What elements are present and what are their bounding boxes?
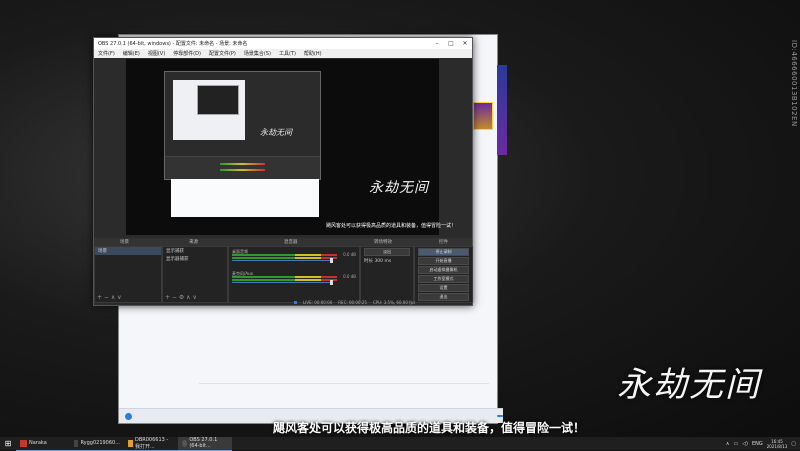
preview-subtitle: 飓风客处可以获得极高品质的道具和装备，值得冒险一试！ (326, 223, 457, 229)
dock-title-mixer: 混音器 (284, 240, 298, 245)
taskbar-app[interactable]: DBR006613 - 我打开... (124, 437, 178, 451)
obs-window-title: OBS 27.0.1 (64-bit, windows) - 配置文件: 未命名… (98, 41, 248, 47)
start-icon[interactable]: ⊞ (0, 439, 16, 448)
obs-menu-bar: 文件(F) 编辑(E) 视图(V) 停靠部件(D) 配置文件(P) 场景集合(S… (94, 49, 472, 58)
menu-item-help[interactable]: 帮助(H) (304, 50, 322, 57)
tray-chevron-icon[interactable]: ∧ (726, 441, 730, 447)
system-tray: ∧ ▭ ◁) ENG 16:45 2021/8/13 ▢ (726, 439, 800, 449)
menu-item-scene-collection[interactable]: 场景集合(S) (244, 50, 271, 57)
input-language[interactable]: ENG (752, 441, 763, 447)
menu-item-docks[interactable]: 停靠部件(D) (173, 50, 201, 57)
source-item[interactable]: 显示器捕获 (163, 255, 227, 263)
taskbar-app-label: DBR006613 - 我打开... (135, 436, 169, 450)
scenes-footer-controls[interactable]: + − ∧ ∨ (95, 295, 163, 302)
chat-input[interactable] (199, 383, 489, 396)
settings-button[interactable]: 设置 (418, 284, 469, 292)
transitions-dock: 淡出 时长 300 ms (360, 246, 414, 303)
menu-item-profile[interactable]: 配置文件(P) (209, 50, 236, 57)
transition-duration-input[interactable]: 300 ms (374, 259, 391, 264)
nested-docks (165, 156, 320, 179)
menu-item-file[interactable]: 文件(F) (98, 50, 115, 57)
right-info-panel (696, 106, 792, 130)
preview-white-block (171, 179, 319, 217)
preview-game-logo: 永劫无间 (369, 180, 429, 196)
mixer-dock: 桌面音频 0.0 dB 麦克风/Aux 0.0 dB (228, 246, 360, 303)
clock-date: 2021/8/13 (766, 443, 788, 449)
audio-meter (232, 254, 337, 256)
status-rec: REC: 00:00:25 (338, 300, 367, 305)
mixer-channel: 麦克风/Aux 0.0 dB (232, 271, 356, 285)
transition-duration-label: 时长 (364, 259, 373, 264)
dock-title-bar: 场景 来源 混音器 转场特效 控件 (94, 238, 472, 246)
stop-recording-button[interactable]: 停止录制 (418, 248, 469, 256)
taskbar-app[interactable]: Rygg0219060... (70, 437, 124, 451)
sources-footer-controls[interactable]: + − ⚙ ∧ ∨ (163, 295, 229, 302)
scenes-dock: 场景 + − ∧ ∨ (94, 246, 162, 303)
chat-app-icon[interactable] (125, 412, 132, 420)
sources-dock: 显示捕获 显示器捕获 + − ⚙ ∧ ∨ (162, 246, 228, 303)
nested-white-area (173, 80, 245, 140)
nested-obs-capture: 永劫无间 (164, 71, 321, 180)
dock-title-transitions: 转场特效 (374, 240, 392, 245)
chat-tag-button[interactable] (497, 415, 503, 417)
taskbar-app-label: Naraka (29, 440, 47, 446)
game-subtitle: 飓风客处可以获得极高品质的道具和装备，值得冒险一试！ (273, 421, 586, 435)
game-logo: 永劫无间 (617, 365, 761, 405)
window-edge-strip (497, 65, 507, 155)
nested-dark-capture (197, 85, 239, 115)
dock-title-scenes: 场景 (120, 240, 129, 245)
controls-dock: 停止录制 开始直播 启动虚拟摄像机 工作室模式 设置 退出 (414, 246, 473, 303)
mixer-channel: 桌面音频 0.0 dB (232, 249, 356, 263)
virtual-camera-button[interactable]: 启动虚拟摄像机 (418, 266, 469, 274)
transition-duration: 时长 300 ms (361, 257, 413, 265)
source-item[interactable]: 显示捕获 (163, 247, 227, 255)
audio-meter (232, 279, 337, 281)
taskbar-app-label: OBS 27.0.1 (64-bit... (189, 437, 218, 449)
dock-title-controls: 控件 (439, 240, 448, 245)
obs-preview-canvas[interactable]: 永劫无间 永劫无间 飓风客处可以获得极高品质的道具和装备，值得冒险一试！ (126, 59, 456, 235)
volume-fader-thumb[interactable] (330, 280, 333, 285)
taskbar: ⊞ Naraka Rygg0219060... DBR006613 - 我打开.… (0, 436, 800, 451)
studio-mode-button[interactable]: 工作室模式 (418, 275, 469, 283)
transition-type-select[interactable]: 淡出 (364, 248, 410, 256)
mixer-volume-readout: 0.0 dB (343, 274, 356, 279)
nested-meter (220, 163, 265, 165)
notification-icon[interactable]: ▢ (791, 441, 796, 447)
taskbar-app[interactable]: Naraka (16, 437, 70, 451)
minimize-icon[interactable]: – (430, 40, 444, 47)
menu-item-tools[interactable]: 工具(T) (279, 50, 296, 57)
taskbar-app-label: Rygg0219060... (80, 440, 120, 446)
nested-meter (220, 169, 265, 171)
app-icon (128, 439, 133, 447)
start-streaming-button[interactable]: 开始直播 (418, 257, 469, 265)
clock[interactable]: 16:45 2021/8/13 (767, 439, 788, 449)
audio-meter (232, 257, 337, 259)
volume-fader-thumb[interactable] (330, 258, 333, 263)
obs-docks: 场景 + − ∧ ∨ 显示捕获 显示器捕获 + − ⚙ ∧ ∨ 桌面音频 0.0… (94, 246, 473, 303)
volume-fader[interactable] (232, 260, 332, 261)
obs-title-bar[interactable]: OBS 27.0.1 (64-bit, windows) - 配置文件: 未命名… (94, 38, 472, 49)
taskbar-app-active[interactable]: OBS 27.0.1 (64-bit... (178, 436, 232, 451)
game-avatar-card[interactable] (473, 102, 493, 130)
obs-app-icon (182, 439, 188, 447)
nested-logo: 永劫无间 (260, 128, 292, 137)
mixer-volume-readout: 0.0 dB (343, 252, 356, 257)
volume-icon[interactable]: ◁) (742, 441, 748, 447)
live-indicator-icon (294, 301, 297, 304)
menu-item-view[interactable]: 视图(V) (148, 50, 165, 57)
maximize-icon[interactable]: □ (444, 40, 458, 47)
app-icon (74, 439, 79, 447)
scene-item[interactable]: 场景 (95, 247, 161, 255)
menu-item-edit[interactable]: 编辑(E) (123, 50, 140, 57)
status-live: LIVE: 00:00:00 (303, 300, 333, 305)
dock-title-sources: 来源 (189, 240, 198, 245)
network-icon[interactable]: ▭ (733, 441, 738, 447)
close-icon[interactable]: ✕ (458, 40, 472, 47)
status-cpu: CPU: 3.5%, 60.00 fps (372, 300, 416, 305)
audio-meter (232, 276, 337, 278)
obs-window[interactable]: OBS 27.0.1 (64-bit, windows) - 配置文件: 未命名… (93, 37, 473, 306)
app-icon (20, 439, 27, 447)
obs-status-bar: LIVE: 00:00:00 REC: 00:00:25 CPU: 3.5%, … (294, 300, 470, 305)
volume-fader[interactable] (232, 282, 332, 283)
